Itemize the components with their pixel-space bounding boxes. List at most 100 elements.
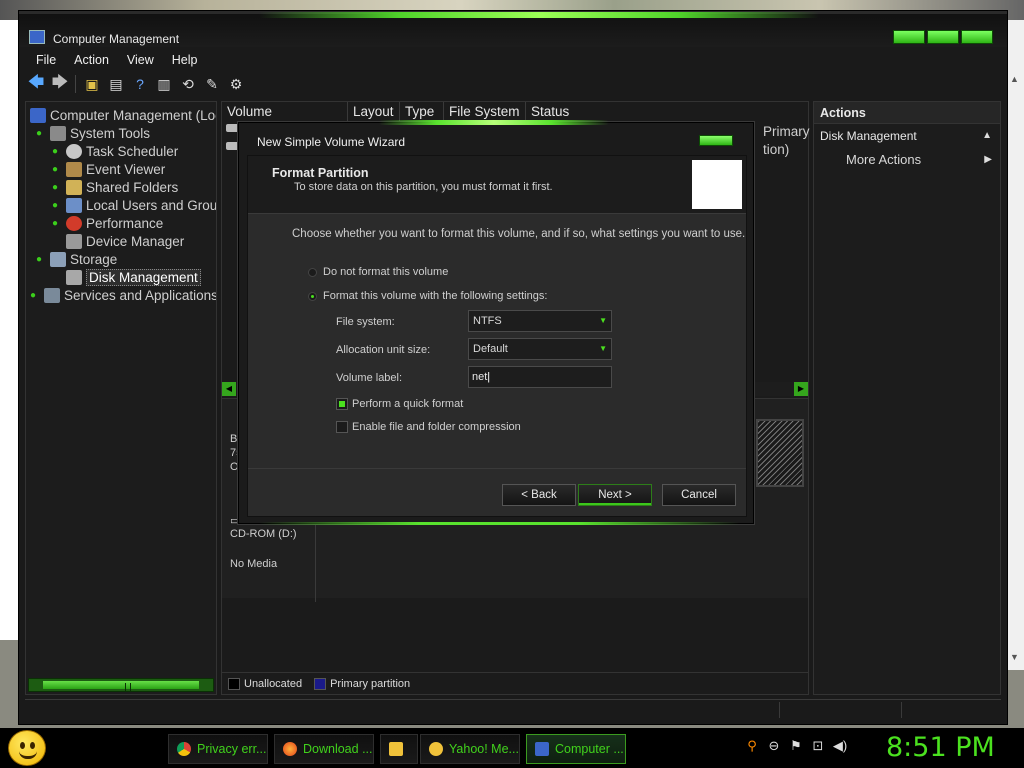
tree-item-event-viewer[interactable]: ● Event Viewer — [52, 160, 165, 178]
status-fragment: Primary — [763, 124, 810, 139]
file-system-label: File system: — [336, 316, 395, 328]
clock-icon — [66, 143, 82, 159]
compression-checkbox-row[interactable]: Enable file and folder compression — [336, 421, 521, 433]
yahoo-messenger-icon — [429, 742, 443, 756]
taskbar-item-firefox[interactable]: Download ... — [274, 734, 374, 764]
column-header-volume[interactable]: Volume — [222, 102, 348, 122]
expand-bullet-icon[interactable]: ● — [52, 164, 60, 175]
action-center-flag-icon[interactable]: ⚑ — [788, 738, 804, 754]
menu-file[interactable]: File — [27, 51, 65, 71]
export-icon[interactable]: ✎ — [203, 75, 221, 93]
title-glow — [259, 12, 819, 18]
radio-button[interactable] — [308, 267, 317, 277]
unallocated-partition-block[interactable] — [756, 419, 804, 487]
radio-format-volume[interactable]: Format this volume with the following se… — [308, 290, 547, 302]
column-header-layout[interactable]: Layout — [348, 102, 400, 122]
more-actions-item[interactable]: More Actions ▶ — [814, 148, 1000, 172]
tree-item-disk-management[interactable]: Disk Management — [66, 268, 201, 286]
tree-item-computer-management[interactable]: Computer Management (Loc — [30, 106, 216, 124]
expand-bullet-icon[interactable]: ● — [36, 128, 44, 139]
cancel-button[interactable]: Cancel — [662, 484, 736, 506]
file-system-select[interactable]: NTFS ▼ — [468, 310, 612, 332]
expand-bullet-icon[interactable]: ● — [52, 182, 60, 193]
tools-icon — [50, 125, 66, 141]
primary-partition-swatch — [314, 677, 327, 690]
scrollbar-thumb[interactable] — [43, 681, 199, 691]
back-arrow-icon[interactable]: 🡄 — [27, 74, 45, 93]
menu-help[interactable]: Help — [163, 51, 207, 71]
tree-item-services-and-applications[interactable]: ● Services and Applications — [30, 286, 216, 304]
volume-label-input[interactable]: net| — [468, 366, 612, 388]
radio-button-selected[interactable] — [308, 291, 317, 301]
volume-icon[interactable]: ◀) — [832, 738, 848, 754]
network-icon[interactable]: ⊡ — [810, 738, 826, 754]
chevron-down-icon[interactable]: ▼ — [599, 339, 607, 359]
next-button[interactable]: Next > — [578, 484, 652, 506]
tree-horizontal-scrollbar[interactable] — [28, 678, 214, 692]
taskbar-item-yahoo-messenger[interactable]: Yahoo! Me... — [420, 734, 520, 764]
tree-item-local-users[interactable]: ● Local Users and Grou — [52, 196, 216, 214]
status-divider — [779, 702, 780, 718]
collapse-up-icon[interactable]: ▲ — [982, 124, 992, 148]
column-header-type[interactable]: Type — [400, 102, 444, 122]
search-icon[interactable]: ⚲ — [744, 738, 760, 754]
title-bar[interactable]: Computer Management — [19, 11, 1007, 47]
storage-icon — [50, 251, 66, 267]
help-icon[interactable]: ? — [131, 75, 149, 93]
column-header-file-system[interactable]: File System — [444, 102, 526, 122]
tree-item-task-scheduler[interactable]: ● Task Scheduler — [52, 142, 178, 160]
up-folder-icon[interactable]: ▣ — [83, 75, 101, 93]
taskbar-clock[interactable]: 8:51 PM — [886, 732, 995, 763]
cdrom-label: CD-ROM (D:) — [230, 528, 297, 540]
close-button[interactable] — [961, 30, 993, 44]
scrollbar-grip — [125, 683, 131, 691]
status-bar — [25, 699, 1001, 719]
taskbar-item-folder[interactable] — [380, 734, 418, 764]
show-hide-tree-icon[interactable]: ▤ — [107, 75, 125, 93]
properties-icon[interactable]: ▥ — [155, 75, 173, 93]
status-divider — [901, 702, 902, 718]
allocation-unit-size-select[interactable]: Default ▼ — [468, 338, 612, 360]
taskbar-item-computer-management[interactable]: Computer ... — [526, 734, 626, 764]
back-button[interactable]: < Back — [502, 484, 576, 506]
maximize-button[interactable] — [927, 30, 959, 44]
scroll-up-icon[interactable]: ▲ — [1010, 74, 1019, 84]
forward-arrow-icon[interactable]: 🡆 — [51, 74, 69, 93]
quick-format-checkbox-row[interactable]: Perform a quick format — [336, 398, 463, 410]
radio-do-not-format[interactable]: Do not format this volume — [308, 266, 448, 278]
toolbar: 🡄 🡆 ▣ ▤ ? ▥ ⟲ ✎ ⚙ — [27, 73, 245, 95]
tree-item-storage[interactable]: ● Storage — [36, 250, 117, 268]
tree-item-shared-folders[interactable]: ● Shared Folders — [52, 178, 178, 196]
minimize-button[interactable] — [893, 30, 925, 44]
expand-bullet-icon[interactable]: ● — [52, 218, 60, 229]
minus-circle-icon[interactable]: ⊖ — [766, 738, 782, 754]
expand-bullet-icon[interactable]: ● — [36, 254, 44, 265]
quick-format-checkbox[interactable] — [336, 398, 348, 410]
dialog-title: New Simple Volume Wizard — [257, 135, 406, 149]
dialog-close-button[interactable] — [699, 135, 733, 146]
taskbar-item-chrome[interactable]: Privacy err... — [168, 734, 268, 764]
wizard-header: Format Partition To store data on this p… — [248, 156, 746, 214]
dialog-bottom-glow — [259, 522, 739, 525]
tree-item-system-tools[interactable]: ● System Tools — [36, 124, 150, 142]
actions-section-disk-management[interactable]: Disk Management ▲ — [814, 124, 1000, 148]
background-scrollbar[interactable]: ▲ ▼ — [1006, 20, 1024, 670]
scroll-left-icon[interactable]: ◀ — [222, 382, 236, 396]
expand-bullet-icon[interactable]: ● — [52, 146, 60, 157]
scroll-down-icon[interactable]: ▼ — [1010, 652, 1019, 662]
chevron-down-icon[interactable]: ▼ — [599, 311, 607, 331]
menu-action[interactable]: Action — [65, 51, 118, 71]
column-header-status[interactable]: Status — [526, 102, 586, 122]
expand-bullet-icon[interactable]: ● — [30, 290, 38, 301]
tree-item-device-manager[interactable]: Device Manager — [66, 232, 184, 250]
scroll-right-icon[interactable]: ▶ — [794, 382, 808, 396]
actions-pane: Actions Disk Management ▲ More Actions ▶ — [813, 101, 1001, 695]
computer-management-icon — [535, 742, 549, 756]
expand-bullet-icon[interactable]: ● — [52, 200, 60, 211]
menu-view[interactable]: View — [118, 51, 163, 71]
start-button-smiley-icon[interactable] — [8, 730, 46, 766]
settings-icon[interactable]: ⚙ — [227, 75, 245, 93]
refresh-icon[interactable]: ⟲ — [179, 75, 197, 93]
compression-checkbox[interactable] — [336, 421, 348, 433]
tree-item-performance[interactable]: ● Performance — [52, 214, 163, 232]
